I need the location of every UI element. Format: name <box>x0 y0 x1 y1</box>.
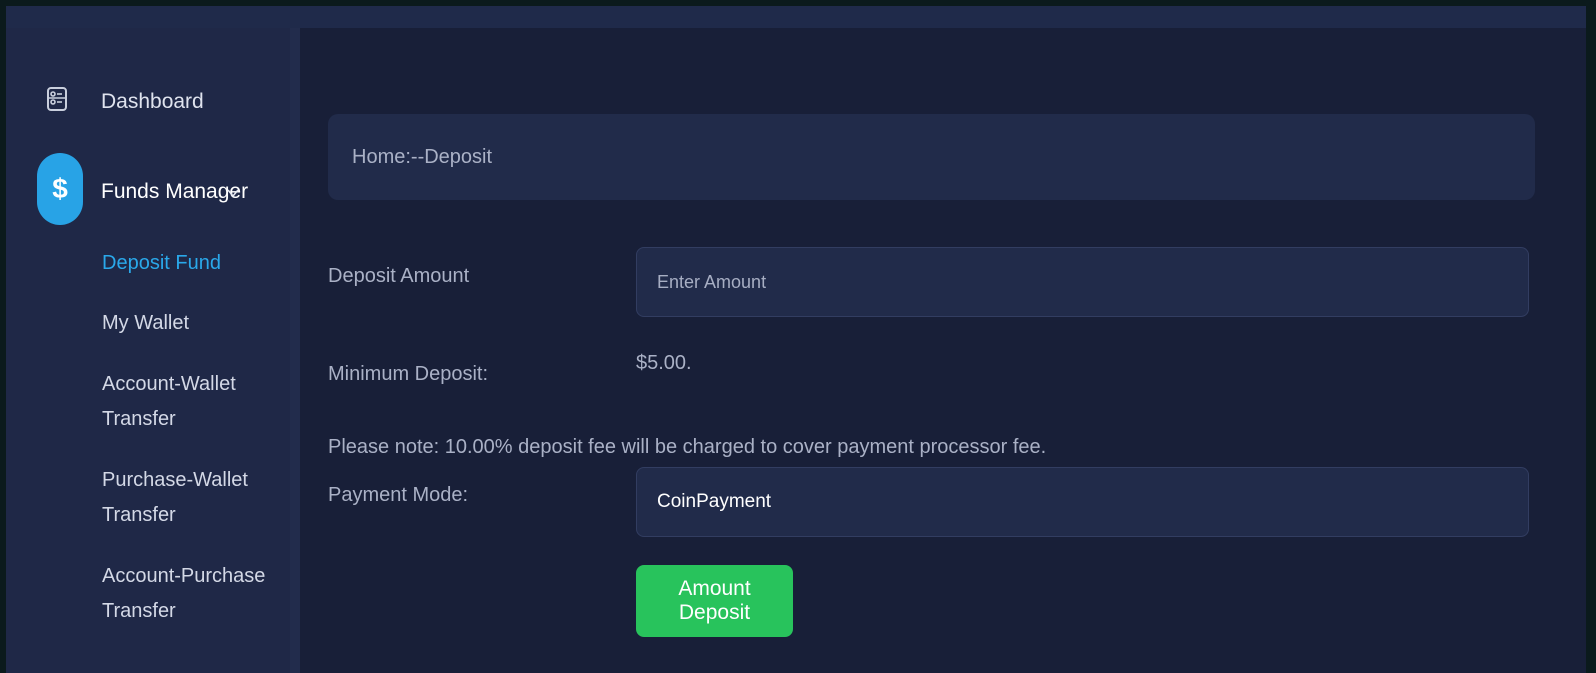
sidebar-item-deposit-fund[interactable]: Deposit Fund <box>102 246 221 281</box>
chevron-down-icon <box>227 189 239 198</box>
deposit-amount-label: Deposit Amount <box>328 265 470 287</box>
sidebar-item-purchase-wallet-transfer[interactable]: Purchase-Wallet Transfer <box>102 463 248 533</box>
breadcrumb: Home:--Deposit <box>328 114 1535 200</box>
sidebar-sub-label: Transfer <box>102 504 176 526</box>
amount-deposit-button[interactable]: Amount Deposit <box>636 565 793 637</box>
sidebar-item-account-wallet-transfer[interactable]: Account-Wallet Transfer <box>102 367 236 437</box>
deposit-amount-field-wrapper <box>636 247 1529 317</box>
sidebar-sub-label: Account-Wallet <box>102 373 236 395</box>
sidebar-sub-label: My Wallet <box>102 312 190 334</box>
dashboard-icon <box>47 87 67 111</box>
minimum-deposit-label: Minimum Deposit: <box>328 363 489 385</box>
deposit-amount-input[interactable] <box>637 248 1528 316</box>
sidebar-sub-label: Transfer <box>102 408 176 430</box>
sidebar-item-label: Dashboard <box>101 90 204 113</box>
payment-mode-select[interactable]: CoinPayment <box>636 467 1529 537</box>
sidebar-divider <box>290 28 300 673</box>
top-bar <box>6 6 1586 28</box>
sidebar-item-my-wallet[interactable]: My Wallet <box>102 306 189 341</box>
deposit-fee-note: Please note: 10.00% deposit fee will be … <box>328 436 1047 458</box>
sidebar-sub-label: Deposit Fund <box>102 252 221 274</box>
payment-mode-value: CoinPayment <box>657 491 772 512</box>
dollar-icon: $ <box>37 153 83 225</box>
sidebar-item-account-purchase-transfer[interactable]: Account-Purchase Transfer <box>102 559 265 629</box>
app-frame: Dashboard $ Funds Manager Deposit Fund M… <box>6 6 1586 673</box>
minimum-deposit-value: $5.00. <box>636 352 692 374</box>
sidebar-sub-label: Account-Purchase <box>102 565 266 587</box>
payment-mode-label: Payment Mode: <box>328 484 469 506</box>
sidebar-sub-label: Purchase-Wallet <box>102 469 248 491</box>
sidebar-sub-label: Transfer <box>102 600 176 622</box>
breadcrumb-text: Home:--Deposit <box>352 146 493 168</box>
